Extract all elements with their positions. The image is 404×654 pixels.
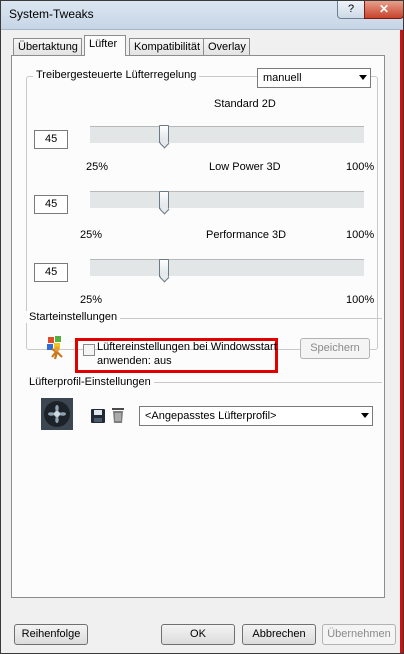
tab-uebertaktung[interactable]: Übertaktung: [13, 38, 82, 55]
tab-luefter[interactable]: Lüfter: [84, 35, 126, 56]
tab-overlay[interactable]: Overlay: [203, 38, 250, 55]
tab-kompatibilitaet[interactable]: Kompatibilität: [129, 38, 204, 55]
chevron-down-icon: [359, 75, 367, 80]
performance-3d-slider-track[interactable]: [90, 259, 364, 276]
standard-2d-min-label: 25%: [86, 161, 109, 173]
low-power-3d-max-label: 100%: [346, 229, 375, 241]
slider-low-power-3d-title: Low Power 3D: [209, 161, 281, 173]
low-power-3d-slider-track[interactable]: [90, 191, 364, 208]
slider-standard-2d-title: Standard 2D: [214, 98, 276, 110]
fan-icon: [41, 398, 73, 430]
fan-mode-value: manuell: [263, 72, 302, 84]
help-button[interactable]: ?: [337, 1, 365, 19]
save-profile-icon[interactable]: [90, 408, 106, 424]
startup-checkbox-label-line1: Lüftereinstellungen bei Windowsstart: [97, 341, 277, 353]
apply-button[interactable]: Übernehmen: [322, 624, 396, 645]
cancel-button[interactable]: Abbrechen: [242, 624, 316, 645]
windows-startup-icon: [47, 336, 63, 360]
system-tweaks-window: System-Tweaks ? ✕ Übertaktung Lüfter Kom…: [0, 0, 404, 654]
standard-2d-max-label: 100%: [346, 161, 375, 173]
fan-profile-select[interactable]: <Angepasstes Lüfterprofil>: [139, 406, 373, 426]
tab-panel-luefter: Treibergesteuerte Lüfterregelung manuell…: [11, 55, 385, 598]
fan-control-group: [26, 76, 378, 350]
startup-apply-checkbox[interactable]: [83, 344, 95, 356]
profile-group-label: Lüfterprofil-Einstellungen: [26, 376, 154, 388]
low-power-3d-min-label: 25%: [80, 229, 103, 241]
close-button[interactable]: ✕: [364, 1, 403, 19]
window-title: System-Tweaks: [9, 7, 94, 21]
fan-mode-select[interactable]: manuell: [257, 68, 371, 88]
ok-button[interactable]: OK: [161, 624, 235, 645]
order-button[interactable]: Reihenfolge: [14, 624, 88, 645]
performance-3d-value-field[interactable]: 45: [34, 263, 68, 282]
title-bar[interactable]: System-Tweaks ? ✕: [1, 1, 403, 30]
startup-checkbox-label-line2: anwenden: aus: [97, 355, 172, 367]
dialog-client-area: Übertaktung Lüfter Kompatibilität Overla…: [1, 30, 403, 653]
save-button[interactable]: Speichern: [300, 338, 370, 359]
low-power-3d-slider-thumb[interactable]: [159, 191, 169, 209]
low-power-3d-value-field[interactable]: 45: [34, 195, 68, 214]
fan-profile-value: <Angepasstes Lüfterprofil>: [145, 410, 277, 422]
chevron-down-icon: [361, 413, 369, 418]
performance-3d-max-label: 100%: [346, 294, 375, 306]
standard-2d-value-field[interactable]: 45: [34, 130, 68, 149]
fan-control-group-label: Treibergesteuerte Lüfterregelung: [33, 69, 200, 81]
startup-group-label: Starteinstellungen: [26, 311, 121, 323]
standard-2d-slider-thumb[interactable]: [159, 125, 169, 143]
delete-profile-icon[interactable]: [111, 407, 125, 424]
performance-3d-slider-thumb[interactable]: [159, 259, 169, 277]
standard-2d-slider-track[interactable]: [90, 126, 364, 143]
performance-3d-min-label: 25%: [80, 294, 103, 306]
slider-performance-3d-title: Performance 3D: [206, 229, 287, 241]
